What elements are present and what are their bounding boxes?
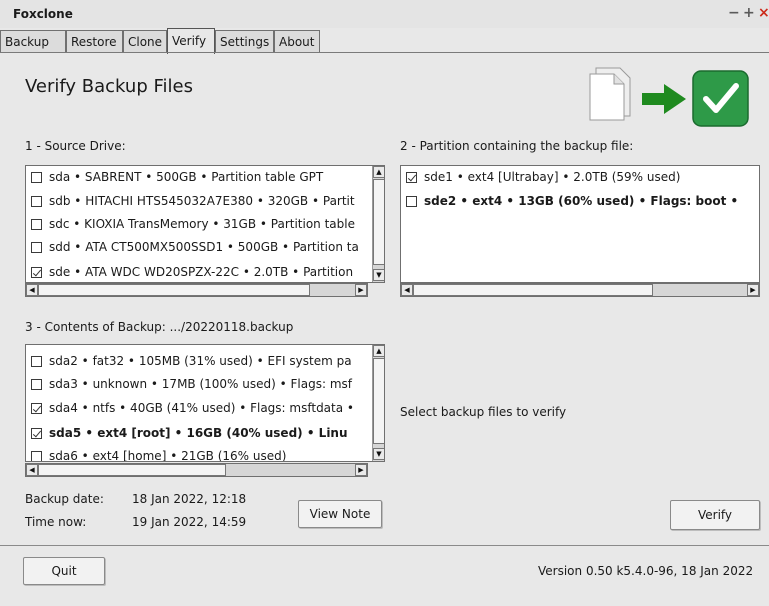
view-note-button[interactable]: View Note — [298, 500, 382, 528]
list-item[interactable]: sde • ATA WDC WD20SPZX-22C • 2.0TB • Par… — [31, 262, 353, 282]
checkbox[interactable] — [31, 356, 42, 367]
close-button[interactable]: × — [758, 5, 769, 21]
horizontal-scrollbar[interactable]: ◀ ▶ — [400, 283, 760, 297]
tab-restore[interactable]: Restore — [66, 30, 123, 53]
vertical-scrollbar[interactable]: ▲ ▼ — [372, 345, 384, 461]
green-checkmark-icon — [692, 70, 749, 127]
maximize-button[interactable]: + — [743, 5, 755, 21]
horizontal-scrollbar[interactable]: ◀ ▶ — [25, 463, 368, 477]
list-item[interactable]: sda • SABRENT • 500GB • Partition table … — [31, 167, 323, 187]
checkbox[interactable] — [31, 428, 42, 439]
list-item[interactable]: sda4 • ntfs • 40GB (41% used) • Flags: m… — [31, 398, 354, 418]
checkbox[interactable] — [406, 196, 417, 207]
window-title: Foxclone — [13, 7, 73, 21]
scrollbar-thumb[interactable] — [373, 179, 384, 265]
scroll-right-icon[interactable]: ▶ — [747, 284, 759, 296]
scroll-down-icon[interactable]: ▼ — [373, 448, 384, 460]
tab-about[interactable]: About — [274, 30, 320, 53]
scroll-right-icon[interactable]: ▶ — [355, 284, 367, 296]
scrollbar-thumb[interactable] — [38, 284, 310, 296]
list-item[interactable]: sdc • KIOXIA TransMemory • 31GB • Partit… — [31, 214, 355, 234]
list-item[interactable]: sdb • HITACHI HTS545032A7E380 • 320GB • … — [31, 191, 355, 211]
time-now-value: 19 Jan 2022, 14:59 — [132, 515, 247, 529]
scroll-left-icon[interactable]: ◀ — [401, 284, 413, 296]
checkbox[interactable] — [31, 267, 42, 278]
scroll-up-icon[interactable]: ▲ — [373, 345, 384, 357]
partition-list: sde1 • ext4 [Ultrabay] • 2.0TB (59% used… — [400, 165, 760, 283]
time-now-label: Time now: — [25, 515, 87, 529]
checkbox[interactable] — [31, 403, 42, 414]
checkbox[interactable] — [406, 172, 417, 183]
list-item[interactable]: sda6 • ext4 [home] • 21GB (16% used) — [31, 446, 286, 461]
version-text: Version 0.50 k5.4.0-96, 18 Jan 2022 — [538, 564, 754, 578]
list-item[interactable]: sde1 • ext4 [Ultrabay] • 2.0TB (59% used… — [406, 167, 680, 187]
page-title: Verify Backup Files — [25, 76, 193, 97]
green-arrow-icon — [642, 84, 686, 114]
footer-divider — [0, 545, 769, 546]
verify-button[interactable]: Verify — [670, 500, 760, 530]
checkbox[interactable] — [31, 219, 42, 230]
source-drive-list: sda • SABRENT • 500GB • Partition table … — [25, 165, 385, 283]
list-item[interactable]: sda2 • fat32 • 105MB (31% used) • EFI sy… — [31, 351, 352, 371]
scrollbar-thumb[interactable] — [373, 358, 384, 444]
title-bar: Foxclone − + × — [0, 0, 769, 28]
list-item[interactable]: sda5 • ext4 [root] • 16GB (40% used) • L… — [31, 423, 348, 443]
tab-divider — [0, 52, 769, 53]
backup-contents-label: 3 - Contents of Backup: .../20220118.bac… — [25, 320, 294, 334]
status-message: Select backup files to verify — [400, 405, 567, 419]
scroll-right-icon[interactable]: ▶ — [355, 464, 367, 476]
list-item[interactable]: sda3 • unknown • 17MB (100% used) • Flag… — [31, 374, 352, 394]
document-icon — [589, 67, 631, 121]
scroll-left-icon[interactable]: ◀ — [26, 464, 38, 476]
checkbox[interactable] — [31, 379, 42, 390]
checkbox[interactable] — [31, 242, 42, 253]
backup-date-value: 18 Jan 2022, 12:18 — [132, 492, 247, 506]
scrollbar-thumb[interactable] — [413, 284, 653, 296]
checkbox[interactable] — [31, 196, 42, 207]
partition-label: 2 - Partition containing the backup file… — [400, 139, 634, 153]
tab-backup[interactable]: Backup — [0, 30, 66, 53]
quit-button[interactable]: Quit — [23, 557, 105, 585]
tab-verify[interactable]: Verify — [167, 28, 215, 54]
checkbox[interactable] — [31, 172, 42, 183]
horizontal-scrollbar[interactable]: ◀ ▶ — [25, 283, 368, 297]
scroll-left-icon[interactable]: ◀ — [26, 284, 38, 296]
scroll-up-icon[interactable]: ▲ — [373, 166, 384, 178]
scrollbar-thumb[interactable] — [38, 464, 226, 476]
list-item[interactable]: sde2 • ext4 • 13GB (60% used) • Flags: b… — [406, 191, 738, 211]
tab-settings[interactable]: Settings — [215, 30, 274, 53]
minimize-button[interactable]: − — [728, 5, 740, 21]
backup-date-label: Backup date: — [25, 492, 104, 506]
list-item[interactable]: sdd • ATA CT500MX500SSD1 • 500GB • Parti… — [31, 237, 359, 257]
source-drive-label: 1 - Source Drive: — [25, 139, 126, 153]
tab-clone[interactable]: Clone — [123, 30, 167, 53]
checkbox[interactable] — [31, 451, 42, 461]
scroll-down-icon[interactable]: ▼ — [373, 269, 384, 281]
vertical-scrollbar[interactable]: ▲ ▼ — [372, 166, 384, 282]
backup-contents-list: sda2 • fat32 • 105MB (31% used) • EFI sy… — [25, 344, 385, 462]
